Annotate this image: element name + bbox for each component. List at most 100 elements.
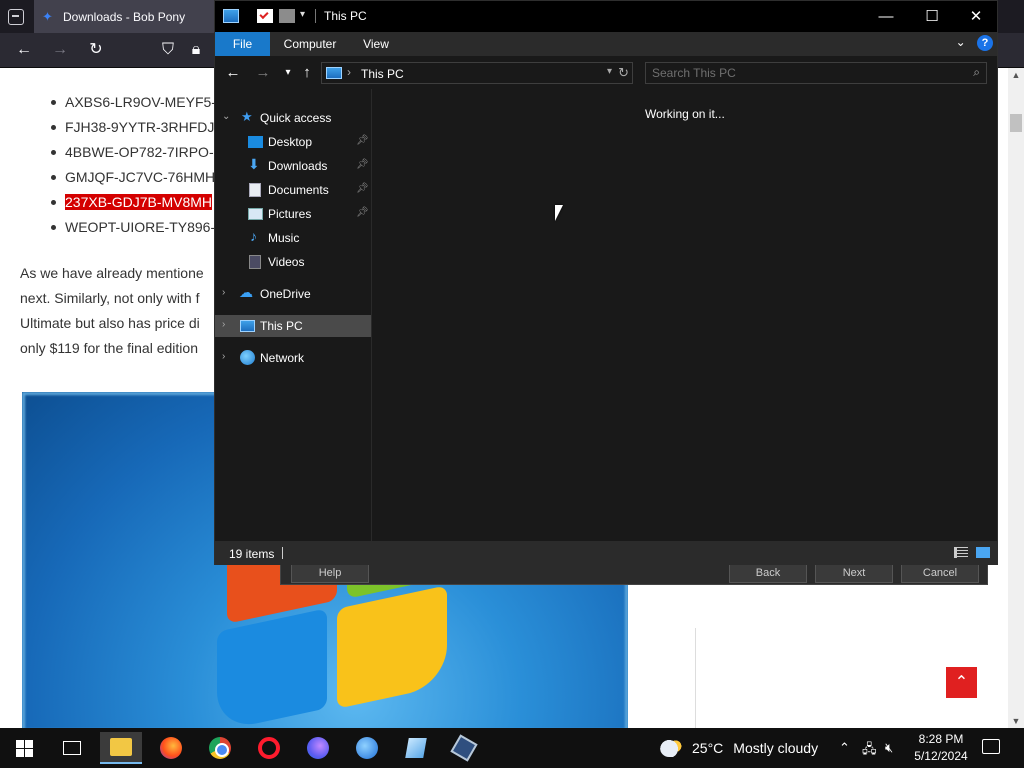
product-key-text: WEOPT-UIORE-TY896-: [65, 219, 216, 235]
navigation-pane: ⌄ ★ Quick access Desktop 📌︎ ⬇ Downloads …: [215, 89, 372, 541]
maximize-button[interactable]: ☐: [909, 1, 955, 32]
network-icon[interactable]: 🖧︎: [862, 740, 877, 762]
explorer-title-bar[interactable]: ▾ This PC — ☐ ✕: [215, 1, 997, 32]
browser-tab-title: Downloads - Bob Pony: [63, 9, 186, 24]
nav-item-quick-access[interactable]: ⌄ ★ Quick access: [215, 107, 371, 129]
forward-arrow-icon[interactable]: →: [49, 39, 71, 61]
scroll-down-arrow-icon[interactable]: ▼: [1008, 716, 1024, 726]
system-clock[interactable]: 8:28 PM 5/12/2024: [910, 731, 972, 765]
partly-cloudy-icon: [660, 739, 686, 757]
tab-file[interactable]: File: [215, 32, 270, 56]
nav-item-this-pc[interactable]: › This PC: [215, 315, 371, 337]
search-box[interactable]: ⌕: [645, 62, 987, 84]
taskbar-chrome[interactable]: [199, 732, 241, 764]
new-folder-icon[interactable]: [279, 9, 295, 23]
volume-muted-icon[interactable]: 🔇︎: [885, 740, 893, 756]
nav-label: Downloads: [268, 159, 328, 173]
expand-ribbon-chevron-icon[interactable]: ⌄: [956, 35, 966, 49]
taskbar-opera[interactable]: [248, 732, 290, 764]
up-arrow-icon[interactable]: ↑: [296, 62, 318, 84]
breadcrumb-this-pc[interactable]: This PC: [361, 67, 404, 81]
weather-condition: Mostly cloudy: [733, 740, 819, 756]
nav-item-downloads[interactable]: ⬇ Downloads 📌︎: [215, 155, 371, 177]
show-hidden-icons-chevron-icon[interactable]: ⌃: [839, 740, 850, 756]
taskbar-file-explorer[interactable]: [100, 732, 142, 764]
nav-item-network[interactable]: › Network: [215, 347, 371, 369]
loading-status-text: Working on it...: [645, 107, 725, 121]
temperature: 25°C: [692, 740, 724, 756]
title-separator: [315, 9, 316, 23]
nav-label: Pictures: [268, 207, 312, 221]
selected-product-key-text[interactable]: 237XB-GDJ7B-MV8MH: [65, 194, 213, 210]
properties-icon[interactable]: [257, 9, 273, 23]
list-item: WEOPT-UIORE-TY896-: [48, 215, 219, 240]
lock-icon[interactable]: 🔒︎: [185, 39, 207, 61]
close-button[interactable]: ✕: [953, 1, 999, 32]
address-bar[interactable]: › This PC ▾ ↻: [321, 62, 633, 84]
back-arrow-icon[interactable]: ←: [222, 62, 244, 84]
reload-icon[interactable]: ↻: [85, 39, 107, 61]
opera-icon: [258, 737, 280, 759]
nav-item-desktop[interactable]: Desktop 📌︎: [215, 131, 371, 153]
tab-list-icon[interactable]: [8, 9, 24, 25]
nav-label: Quick access: [260, 111, 332, 125]
collapse-chevron-icon[interactable]: ⌄: [222, 111, 230, 122]
this-pc-icon: [223, 9, 239, 23]
expand-chevron-icon[interactable]: ›: [222, 319, 225, 330]
scroll-up-arrow-icon[interactable]: ▲: [1008, 70, 1024, 80]
file-list-pane[interactable]: Working on it...: [372, 89, 997, 541]
nav-item-onedrive[interactable]: › ☁ OneDrive: [215, 283, 371, 305]
browser-tab[interactable]: ✦ Downloads - Bob Pony: [34, 0, 214, 33]
forward-arrow-icon[interactable]: →: [252, 62, 274, 84]
pin-icon: 📌︎: [356, 135, 369, 146]
star-icon: ★: [241, 109, 253, 124]
shield-icon[interactable]: ⛉: [157, 39, 179, 61]
task-view-icon: [63, 741, 81, 755]
taskbar-firefox[interactable]: [150, 732, 192, 764]
large-icons-view-icon[interactable]: [976, 547, 990, 558]
details-view-icon[interactable]: [954, 547, 968, 558]
nav-item-music[interactable]: ♪ Music: [215, 227, 371, 249]
back-arrow-icon[interactable]: ←: [13, 39, 35, 61]
scroll-to-top-button[interactable]: ⌃: [946, 667, 977, 698]
minimize-button[interactable]: —: [863, 1, 909, 32]
customize-toolbar-chevron-icon[interactable]: ▾: [300, 9, 305, 20]
nav-label: Videos: [268, 255, 305, 269]
help-icon[interactable]: ?: [977, 35, 993, 51]
weather-widget[interactable]: 25°C Mostly cloudy: [660, 728, 818, 768]
taskbar-thunderbird[interactable]: [346, 732, 388, 764]
page-scrollbar[interactable]: ▲ ▼: [1008, 68, 1024, 728]
refresh-icon[interactable]: ↻: [618, 65, 629, 81]
nav-label: Desktop: [268, 135, 313, 149]
nav-label: OneDrive: [260, 287, 311, 301]
download-arrow-icon: ⬇: [248, 156, 260, 172]
expand-chevron-icon[interactable]: ›: [222, 351, 225, 362]
scrollbar-thumb[interactable]: [1010, 114, 1022, 132]
desktop-icon: [248, 136, 263, 148]
address-dropdown-chevron-icon[interactable]: ▾: [607, 66, 612, 77]
start-button[interactable]: [3, 732, 45, 764]
list-item: FJH38-9YYTR-3RHFDJ-: [48, 115, 219, 140]
notifications-icon[interactable]: [982, 739, 1000, 754]
task-view-button[interactable]: [51, 732, 93, 764]
app-icon: [405, 738, 427, 758]
nav-item-documents[interactable]: Documents 📌︎: [215, 179, 371, 201]
address-bar-row: ← → ▾ ↑ › This PC ▾ ↻ ⌕: [215, 56, 997, 89]
cloud-icon: ☁: [239, 284, 253, 300]
tab-view[interactable]: View: [356, 32, 396, 56]
nav-item-videos[interactable]: Videos: [215, 251, 371, 273]
taskbar-firefox-developer[interactable]: [297, 732, 339, 764]
product-key-text: FJH38-9YYTR-3RHFDJ-: [65, 119, 220, 135]
document-icon: [249, 183, 261, 197]
clock-time: 8:28 PM: [918, 732, 964, 746]
search-icon[interactable]: ⌕: [973, 65, 980, 80]
expand-chevron-icon[interactable]: ›: [222, 287, 225, 298]
taskbar-virtualbox[interactable]: [443, 732, 485, 764]
search-input[interactable]: [652, 65, 952, 81]
nav-item-pictures[interactable]: Pictures 📌︎: [215, 203, 371, 225]
firefox-developer-icon: [307, 737, 329, 759]
tab-computer[interactable]: Computer: [277, 32, 343, 56]
status-bar: 19 items: [215, 541, 997, 565]
breadcrumb-chevron-icon[interactable]: ›: [347, 65, 351, 79]
taskbar-sketch-app[interactable]: [395, 732, 437, 764]
